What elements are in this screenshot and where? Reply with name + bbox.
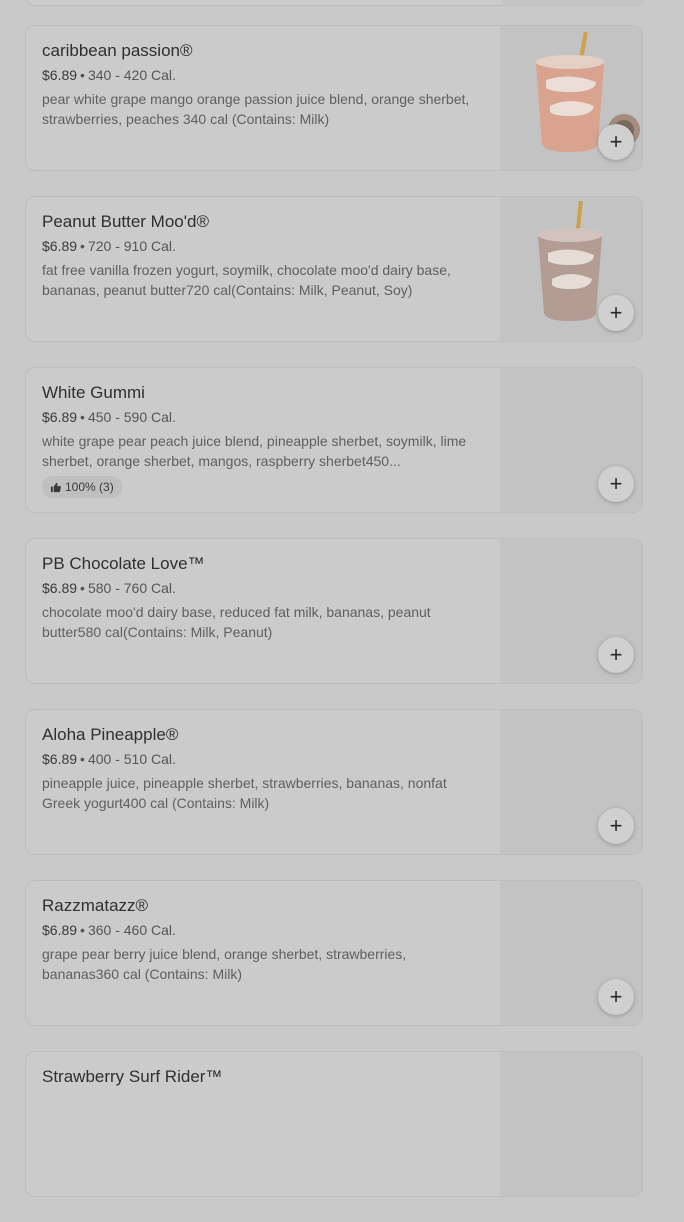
rating-badge: 100% (3) xyxy=(42,476,122,498)
separator-dot: • xyxy=(80,922,85,938)
menu-item-price: $6.89 xyxy=(42,238,78,254)
add-to-cart-button[interactable]: + xyxy=(598,124,634,160)
menu-item-description: chocolate moo'd dairy base, reduced fat … xyxy=(42,604,431,640)
menu-item-description: grape pear berry juice blend, orange she… xyxy=(42,946,407,982)
menu-item-price: $6.89 xyxy=(42,409,78,425)
menu-item-price: $6.89 xyxy=(42,580,78,596)
menu-item-price-calories: $6.89 • 720 - 910 Cal. xyxy=(42,236,482,256)
menu-item-card[interactable]: caribbean passion® $6.89 • 340 - 420 Cal. … xyxy=(25,25,643,171)
previous-menu-card[interactable] xyxy=(25,0,645,6)
menu-item-calories: 400 - 510 Cal. xyxy=(87,751,176,767)
add-to-cart-button[interactable]: + xyxy=(598,979,634,1015)
menu-item-description: pear white grape mango orange passion ju… xyxy=(42,91,470,127)
plus-icon: + xyxy=(609,471,623,496)
menu-item-name: Peanut Butter Moo'd® xyxy=(42,212,209,231)
separator-dot: • xyxy=(80,409,85,425)
menu-item-card[interactable]: Aloha Pineapple® $6.89 • 400 - 510 Cal. pi… xyxy=(25,709,643,855)
menu-item-price-calories: $6.89 • 580 - 760 Cal. xyxy=(42,578,482,598)
separator-dot: • xyxy=(80,751,85,767)
thumbs-up-icon xyxy=(50,482,61,492)
menu-item-image xyxy=(502,0,644,5)
rating-text: 100% (3) xyxy=(65,480,114,494)
add-to-cart-button[interactable]: + xyxy=(598,466,634,502)
menu-item-price-calories: $6.89 • 360 - 460 Cal. xyxy=(42,920,482,940)
menu-item-card[interactable]: Strawberry Surf Rider™ xyxy=(25,1051,643,1197)
separator-dot: • xyxy=(80,238,85,254)
menu-item-card[interactable]: Peanut Butter Moo'd® $6.89 • 720 - 910 Cal… xyxy=(25,196,643,342)
menu-item-name: Razzmatazz® xyxy=(42,896,149,915)
menu-item-calories: 580 - 760 Cal. xyxy=(87,580,176,596)
plus-icon: + xyxy=(609,642,623,667)
plus-icon: + xyxy=(609,813,623,838)
menu-item-image xyxy=(500,1052,642,1196)
menu-item-price: $6.89 xyxy=(42,922,78,938)
menu-item-card[interactable]: Razzmatazz® $6.89 • 360 - 460 Cal. grape p… xyxy=(25,880,643,1026)
separator-dot: • xyxy=(80,67,85,83)
menu-item-name: PB Chocolate Love™ xyxy=(42,554,205,573)
menu-item-description: white grape pear peach juice blend, pine… xyxy=(42,433,467,469)
menu-item-calories: 450 - 590 Cal. xyxy=(87,409,176,425)
menu-item-card[interactable]: PB Chocolate Love™ $6.89 • 580 - 760 Cal. … xyxy=(25,538,643,684)
menu-item-calories: 360 - 460 Cal. xyxy=(87,922,176,938)
menu-item-card[interactable]: White Gummi $6.89 • 450 - 590 Cal. white g… xyxy=(25,367,643,513)
menu-item-description: pineapple juice, pineapple sherbet, stra… xyxy=(42,775,447,811)
menu-item-name: Aloha Pineapple® xyxy=(42,725,179,744)
menu-item-description: fat free vanilla frozen yogurt, soymilk,… xyxy=(42,262,451,298)
menu-item-price-calories: $6.89 • 340 - 420 Cal. xyxy=(42,65,482,85)
menu-item-name: caribbean passion® xyxy=(42,41,193,60)
add-to-cart-button[interactable]: + xyxy=(598,808,634,844)
plus-icon: + xyxy=(609,300,623,325)
menu-item-price: $6.89 xyxy=(42,67,78,83)
menu-item-list: caribbean passion® $6.89 • 340 - 420 Cal. … xyxy=(25,25,643,1222)
menu-item-name: Strawberry Surf Rider™ xyxy=(42,1067,223,1086)
menu-item-price-calories: $6.89 • 450 - 590 Cal. xyxy=(42,407,482,427)
plus-icon: + xyxy=(609,129,623,154)
plus-icon: + xyxy=(609,984,623,1009)
separator-dot: • xyxy=(80,580,85,596)
menu-item-name: White Gummi xyxy=(42,383,145,402)
add-to-cart-button[interactable]: + xyxy=(598,295,634,331)
menu-item-calories: 340 - 420 Cal. xyxy=(87,67,176,83)
menu-item-price-calories: $6.89 • 400 - 510 Cal. xyxy=(42,749,482,769)
menu-item-calories: 720 - 910 Cal. xyxy=(87,238,176,254)
menu-item-price: $6.89 xyxy=(42,751,78,767)
add-to-cart-button[interactable]: + xyxy=(598,637,634,673)
